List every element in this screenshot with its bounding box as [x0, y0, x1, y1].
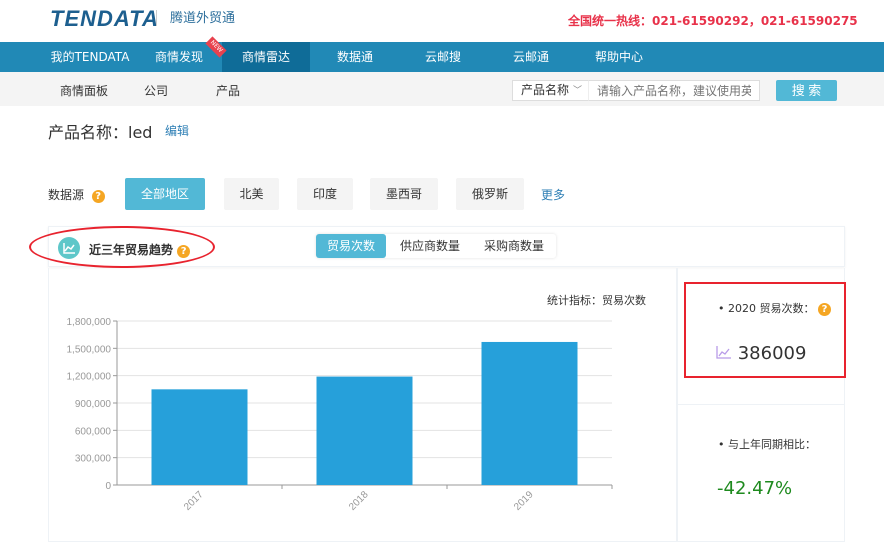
y-tick-label: 0: [105, 481, 111, 492]
bar: [316, 376, 413, 485]
x-tick-label: 2019: [512, 489, 536, 513]
current-value-text: 386009: [737, 343, 807, 364]
current-year-label: • 2020 贸易次数： ?: [718, 300, 831, 316]
current-label-text: 2020 贸易次数：: [728, 302, 815, 315]
bar: [481, 341, 578, 485]
trend-icon: [716, 346, 731, 359]
current-value: 386009: [716, 343, 806, 364]
x-tick-label: 2018: [347, 489, 371, 513]
bar: [151, 389, 248, 485]
y-tick-label: 1,500,000: [67, 344, 112, 355]
y-tick-label: 300,000: [75, 454, 112, 465]
y-tick-label: 1,800,000: [67, 317, 112, 328]
compare-label-text: 与上年同期相比：: [728, 438, 816, 451]
x-tick-label: 2017: [182, 489, 206, 513]
stats-divider: [677, 404, 845, 405]
compare-label: • 与上年同期相比：: [718, 438, 816, 451]
y-tick-label: 600,000: [75, 426, 112, 437]
help-icon[interactable]: ?: [818, 303, 831, 316]
y-tick-label: 900,000: [75, 399, 112, 410]
compare-value: -42.47%: [717, 478, 793, 499]
y-tick-label: 1,200,000: [67, 372, 112, 383]
